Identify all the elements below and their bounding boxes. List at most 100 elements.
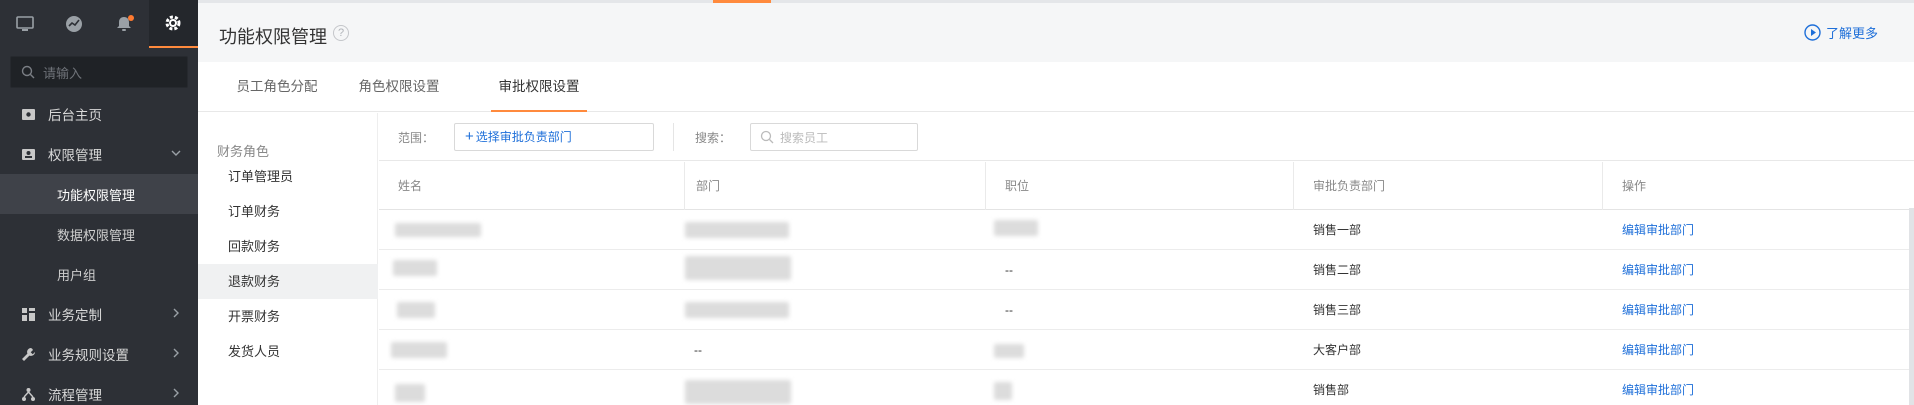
user-card-icon: [20, 146, 36, 162]
sidebar-item-label: 业务规则设置: [48, 348, 129, 363]
monitor-icon[interactable]: [0, 0, 50, 48]
sidebar-subitem-label: 数据权限管理: [57, 227, 136, 243]
select-dept-label: 选择审批负责部门: [475, 130, 572, 144]
table-row: 销售部 编辑审批部门: [379, 370, 1914, 405]
table-header: 姓名 部门 职位 审批负责部门 操作: [379, 162, 1914, 210]
position-cell: --: [1005, 303, 1013, 317]
redacted-position: [994, 382, 1012, 400]
redacted-position: [994, 344, 1024, 358]
select-dept-button[interactable]: + 选择审批负责部门: [454, 123, 654, 151]
role-item[interactable]: 订单管理员: [198, 159, 378, 194]
redacted-dept: [685, 256, 791, 280]
redacted-dept: [685, 222, 789, 238]
scope-label: 范围：: [398, 131, 435, 145]
page-title: 功能权限管理: [219, 27, 327, 47]
dept-cell: --: [694, 343, 702, 357]
filter-bar: 范围： + 选择审批负责部门 搜索： 搜索员工: [379, 113, 1914, 161]
redacted-dept: [685, 380, 791, 404]
sidebar-item-home[interactable]: 后台主页: [0, 94, 198, 134]
table-row: 销售一部 编辑审批部门: [379, 210, 1914, 250]
search-label: 搜索：: [695, 131, 732, 145]
sidebar-search-input[interactable]: 请输入: [10, 56, 188, 88]
tab-bar: 员工角色分配 角色权限设置 审批权限设置: [198, 62, 1914, 112]
role-item[interactable]: 回款财务: [198, 229, 378, 264]
tab-role-permissions[interactable]: 角色权限设置: [350, 62, 448, 112]
learn-more-label: 了解更多: [1825, 26, 1878, 41]
search-icon: [760, 130, 774, 144]
redacted-name: [395, 384, 425, 402]
redacted-name: [393, 260, 437, 276]
role-item[interactable]: 开票财务: [198, 299, 378, 334]
col-header-action: 操作: [1622, 179, 1647, 193]
redacted-dept: [685, 302, 789, 318]
col-header-dept: 部门: [677, 162, 986, 210]
approval-dept-cell: 销售二部: [1313, 263, 1362, 277]
sidebar-item-function-permissions[interactable]: 功能权限管理: [0, 174, 198, 214]
table-row: -- 销售二部 编辑审批部门: [379, 250, 1914, 290]
content-panel: 员工角色分配 角色权限设置 审批权限设置 财务角色 订单管理员 订单财务 回款财…: [198, 62, 1914, 405]
sidebar-item-label: 后台主页: [48, 108, 102, 123]
sidebar-search-placeholder: 请输入: [43, 65, 83, 81]
role-item-active[interactable]: 退款财务: [198, 264, 378, 299]
plus-icon: +: [465, 128, 474, 145]
learn-more-link[interactable]: 了解更多: [1804, 23, 1878, 42]
gear-icon[interactable]: [148, 0, 198, 48]
sidebar-subitem-label: 功能权限管理: [57, 187, 136, 203]
redacted-name: [397, 302, 435, 318]
chevron-down-icon: [171, 150, 181, 156]
approval-table-pane: 范围： +选择审批负责部门 搜索： 搜索员工 姓名 部门 职位 审批负责部门: [379, 113, 1914, 405]
approval-dept-cell: 销售部: [1313, 383, 1350, 397]
wrench-icon: [20, 346, 36, 362]
col-header-position: 职位: [986, 162, 1294, 210]
bell-icon[interactable]: [99, 0, 149, 48]
col-header-approval-dept: 审批负责部门: [1294, 162, 1603, 210]
table-row: -- 销售三部 编辑审批部门: [379, 290, 1914, 330]
main-area: 功能权限管理 ? 了解更多 员工角色分配 角色权限设置 审批权限设置 财务角色 …: [198, 0, 1914, 405]
sidebar-subitem-label: 用户组: [57, 267, 97, 283]
redacted-name: [395, 223, 481, 237]
help-icon[interactable]: ?: [333, 25, 349, 41]
home-icon: [20, 106, 36, 122]
table-row: -- 大客户部 编辑审批部门: [379, 330, 1914, 370]
flow-icon: [20, 386, 36, 402]
play-circle-icon: [1804, 24, 1821, 41]
edit-approval-dept-link[interactable]: 编辑审批部门: [1622, 290, 1694, 330]
sidebar-item-permissions[interactable]: 权限管理: [0, 134, 198, 174]
search-icon: [21, 65, 35, 79]
app-root: 请输入 后台主页 权限管理 功能权限管理 数据权限管理 用户组 业务定制 业务规…: [0, 0, 1914, 405]
redacted-position: [994, 220, 1038, 236]
tab-employee-roles[interactable]: 员工角色分配: [228, 62, 326, 112]
sidebar-item-label: 流程管理: [48, 388, 102, 403]
approval-dept-cell: 大客户部: [1313, 343, 1362, 357]
edit-approval-dept-link[interactable]: 编辑审批部门: [1622, 210, 1694, 250]
employee-search-placeholder: 搜索员工: [780, 130, 829, 145]
filter-divider: [673, 123, 674, 151]
sidebar: 请输入 后台主页 权限管理 功能权限管理 数据权限管理 用户组 业务定制 业务规…: [0, 0, 198, 405]
edit-approval-dept-link[interactable]: 编辑审批部门: [1622, 330, 1694, 370]
sidebar-item-user-groups[interactable]: 用户组: [0, 254, 198, 294]
employee-search-input[interactable]: 搜索员工: [750, 123, 918, 151]
col-header-name: 姓名: [379, 162, 685, 210]
tab-approval-permissions[interactable]: 审批权限设置: [491, 62, 587, 112]
role-list-heading: 财务角色: [217, 144, 270, 159]
chevron-right-icon: [173, 348, 179, 358]
edit-approval-dept-link[interactable]: 编辑审批部门: [1622, 250, 1694, 290]
trend-icon[interactable]: [50, 0, 100, 48]
chevron-right-icon: [173, 308, 179, 318]
sidebar-item-label: 业务定制: [48, 308, 102, 323]
page-header: 功能权限管理 ? 了解更多: [198, 3, 1914, 62]
edit-approval-dept-link[interactable]: 编辑审批部门: [1622, 370, 1694, 405]
sidebar-item-business-custom[interactable]: 业务定制: [0, 294, 198, 334]
sidebar-item-label: 权限管理: [48, 148, 102, 163]
position-cell: --: [1005, 263, 1013, 277]
approval-dept-cell: 销售一部: [1313, 223, 1362, 237]
sidebar-top-icons: [0, 0, 198, 48]
sidebar-item-data-permissions[interactable]: 数据权限管理: [0, 214, 198, 254]
vertical-scrollbar[interactable]: [1909, 208, 1914, 405]
sidebar-item-business-rules[interactable]: 业务规则设置: [0, 334, 198, 374]
role-item[interactable]: 发货人员: [198, 334, 378, 369]
sidebar-item-process[interactable]: 流程管理: [0, 374, 198, 405]
role-list: 财务角色 订单管理员 订单财务 回款财务 退款财务 开票财务 发货人员: [198, 113, 378, 405]
redacted-name: [391, 342, 447, 358]
role-item[interactable]: 订单财务: [198, 194, 378, 229]
